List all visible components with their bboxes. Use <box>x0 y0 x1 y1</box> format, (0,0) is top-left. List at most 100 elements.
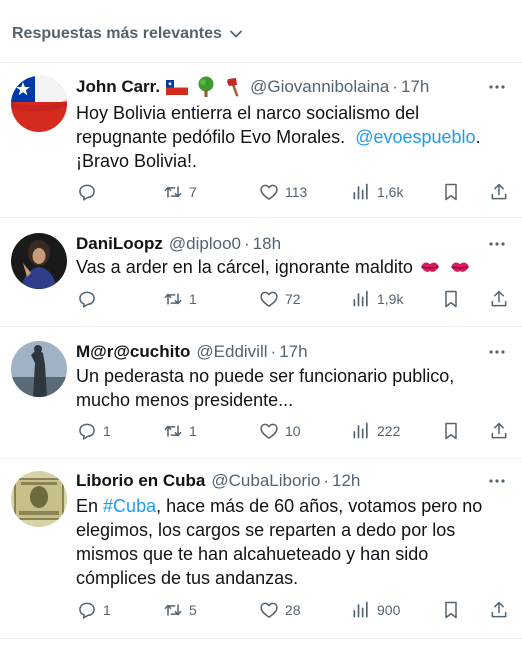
bookmark-button[interactable] <box>441 287 461 311</box>
retweet-button[interactable]: 7 <box>163 180 197 204</box>
reply-item[interactable]: DaniLoopz @diploo0 · 18h Vas a arder en … <box>0 217 522 326</box>
separator-dot: · <box>270 342 277 361</box>
reply-icon <box>79 423 95 440</box>
axe-emoji <box>227 78 239 97</box>
retweet-icon <box>164 186 182 198</box>
separator-dot: · <box>243 234 250 253</box>
avatar[interactable] <box>11 76 67 132</box>
views-button[interactable]: 900 <box>351 598 400 622</box>
handle[interactable]: @diploo0 <box>169 234 241 254</box>
retweet-count: 5 <box>189 602 197 618</box>
timestamp[interactable]: 18h <box>253 234 281 254</box>
reply-button[interactable] <box>77 287 103 311</box>
retweet-icon <box>164 425 182 437</box>
timestamp[interactable]: 12h <box>332 471 360 491</box>
views-count: 1,9k <box>377 291 404 307</box>
like-count: 28 <box>285 602 301 618</box>
more-options-button[interactable] <box>486 234 508 254</box>
heart-icon <box>260 291 278 307</box>
more-options-button[interactable] <box>486 77 508 97</box>
bookmark-icon <box>445 183 457 201</box>
reply-button[interactable]: 1 <box>77 598 111 622</box>
handle[interactable]: @Giovannibolaina <box>250 77 389 97</box>
reply-count: 1 <box>103 423 111 439</box>
tweet-text: En #Cuba, hace más de 60 años, votamos p… <box>76 494 502 590</box>
heart-icon <box>260 423 278 439</box>
like-button[interactable]: 28 <box>259 598 301 622</box>
tweet-text: Vas a arder en la cárcel, ignorante mald… <box>76 255 502 279</box>
more-icon <box>489 242 505 246</box>
mention-link[interactable]: @evoespueblo <box>355 127 475 147</box>
handle[interactable]: @CubaLiborio <box>211 471 320 491</box>
kiss-mark-emoji <box>420 262 439 272</box>
like-button[interactable]: 113 <box>259 180 307 204</box>
display-name[interactable]: Liborio en Cuba <box>76 471 205 491</box>
heart-icon <box>260 602 278 618</box>
handle[interactable]: @Eddivill <box>196 342 267 362</box>
share-icon <box>491 290 507 307</box>
display-name[interactable]: John Carr. <box>76 77 160 97</box>
timestamp[interactable]: 17h <box>401 77 429 97</box>
more-options-button[interactable] <box>486 471 508 491</box>
text-line: mucho menos presidente... <box>76 390 294 410</box>
share-icon <box>491 601 507 618</box>
reply-item[interactable]: John Carr. @Giovannibolaina · 17h Hoy Bo… <box>0 62 522 217</box>
like-button[interactable]: 72 <box>259 287 301 311</box>
retweet-icon <box>164 293 182 305</box>
tweet-text: Un pederasta no puede ser funcionario pu… <box>76 364 502 412</box>
text-span: , hace más de 60 años, votamos pero no <box>156 496 483 516</box>
like-button[interactable]: 10 <box>259 419 301 443</box>
sort-label: Respuestas más relevantes <box>12 25 222 42</box>
kiss-mark-emoji <box>450 262 469 272</box>
share-button[interactable] <box>489 598 509 622</box>
share-button[interactable] <box>489 180 509 204</box>
views-icon <box>353 290 368 307</box>
display-name[interactable]: M@r@cuchito <box>76 342 190 362</box>
text-line: elegimos, los cargos se reparten a dedo … <box>76 520 456 540</box>
tree-emoji <box>198 76 214 97</box>
divider <box>0 638 522 639</box>
share-button[interactable] <box>489 419 509 443</box>
retweet-button[interactable]: 1 <box>163 419 197 443</box>
more-icon <box>489 85 505 89</box>
hashtag-link[interactable]: #Cuba <box>103 496 156 516</box>
reply-button[interactable]: 1 <box>77 419 111 443</box>
retweet-button[interactable]: 5 <box>163 598 197 622</box>
bookmark-button[interactable] <box>441 180 461 204</box>
action-bar: 1 5 28 900 <box>77 598 517 622</box>
bookmark-icon <box>445 422 457 440</box>
display-name[interactable]: DaniLoopz <box>76 234 163 254</box>
views-count: 900 <box>377 602 401 618</box>
retweet-icon <box>164 604 182 616</box>
text-line: Un pederasta no puede ser funcionario pu… <box>76 366 455 386</box>
reply-item[interactable]: Liborio en Cuba @CubaLiborio · 12h En #C… <box>0 458 522 638</box>
text-span: . <box>475 127 481 147</box>
text-line: Vas a arder en la cárcel, ignorante mald… <box>76 255 502 279</box>
retweet-button[interactable]: 1 <box>163 287 197 311</box>
text-line: En #Cuba, hace más de 60 años, votamos p… <box>76 494 502 518</box>
share-button[interactable] <box>489 287 509 311</box>
more-icon <box>489 479 505 483</box>
timestamp[interactable]: 17h <box>279 342 307 362</box>
sort-dropdown[interactable]: Respuestas más relevantes <box>12 22 244 46</box>
heart-icon <box>260 184 278 200</box>
reply-header: M@r@cuchito @Eddivill · 17h <box>76 339 482 365</box>
text-span: repugnante pedófilo Evo Morales. <box>76 127 346 147</box>
reply-icon <box>79 602 95 619</box>
text-line: ¡Bravo Bolivia!. <box>76 151 198 171</box>
reply-item[interactable]: M@r@cuchito @Eddivill · 17h Un pederasta… <box>0 326 522 458</box>
reply-icon <box>79 184 95 201</box>
bookmark-button[interactable] <box>441 419 461 443</box>
more-options-button[interactable] <box>486 342 508 362</box>
avatar[interactable] <box>11 471 67 527</box>
views-button[interactable]: 1,6k <box>351 180 403 204</box>
avatar[interactable] <box>11 341 67 397</box>
views-button[interactable]: 1,9k <box>351 287 403 311</box>
views-button[interactable]: 222 <box>351 419 400 443</box>
text-line: mismos que te han alcahueteado y han sid… <box>76 544 429 564</box>
share-icon <box>491 422 507 439</box>
bookmark-button[interactable] <box>441 598 461 622</box>
reply-button[interactable] <box>77 180 103 204</box>
views-count: 222 <box>377 423 401 439</box>
avatar[interactable] <box>11 233 67 289</box>
